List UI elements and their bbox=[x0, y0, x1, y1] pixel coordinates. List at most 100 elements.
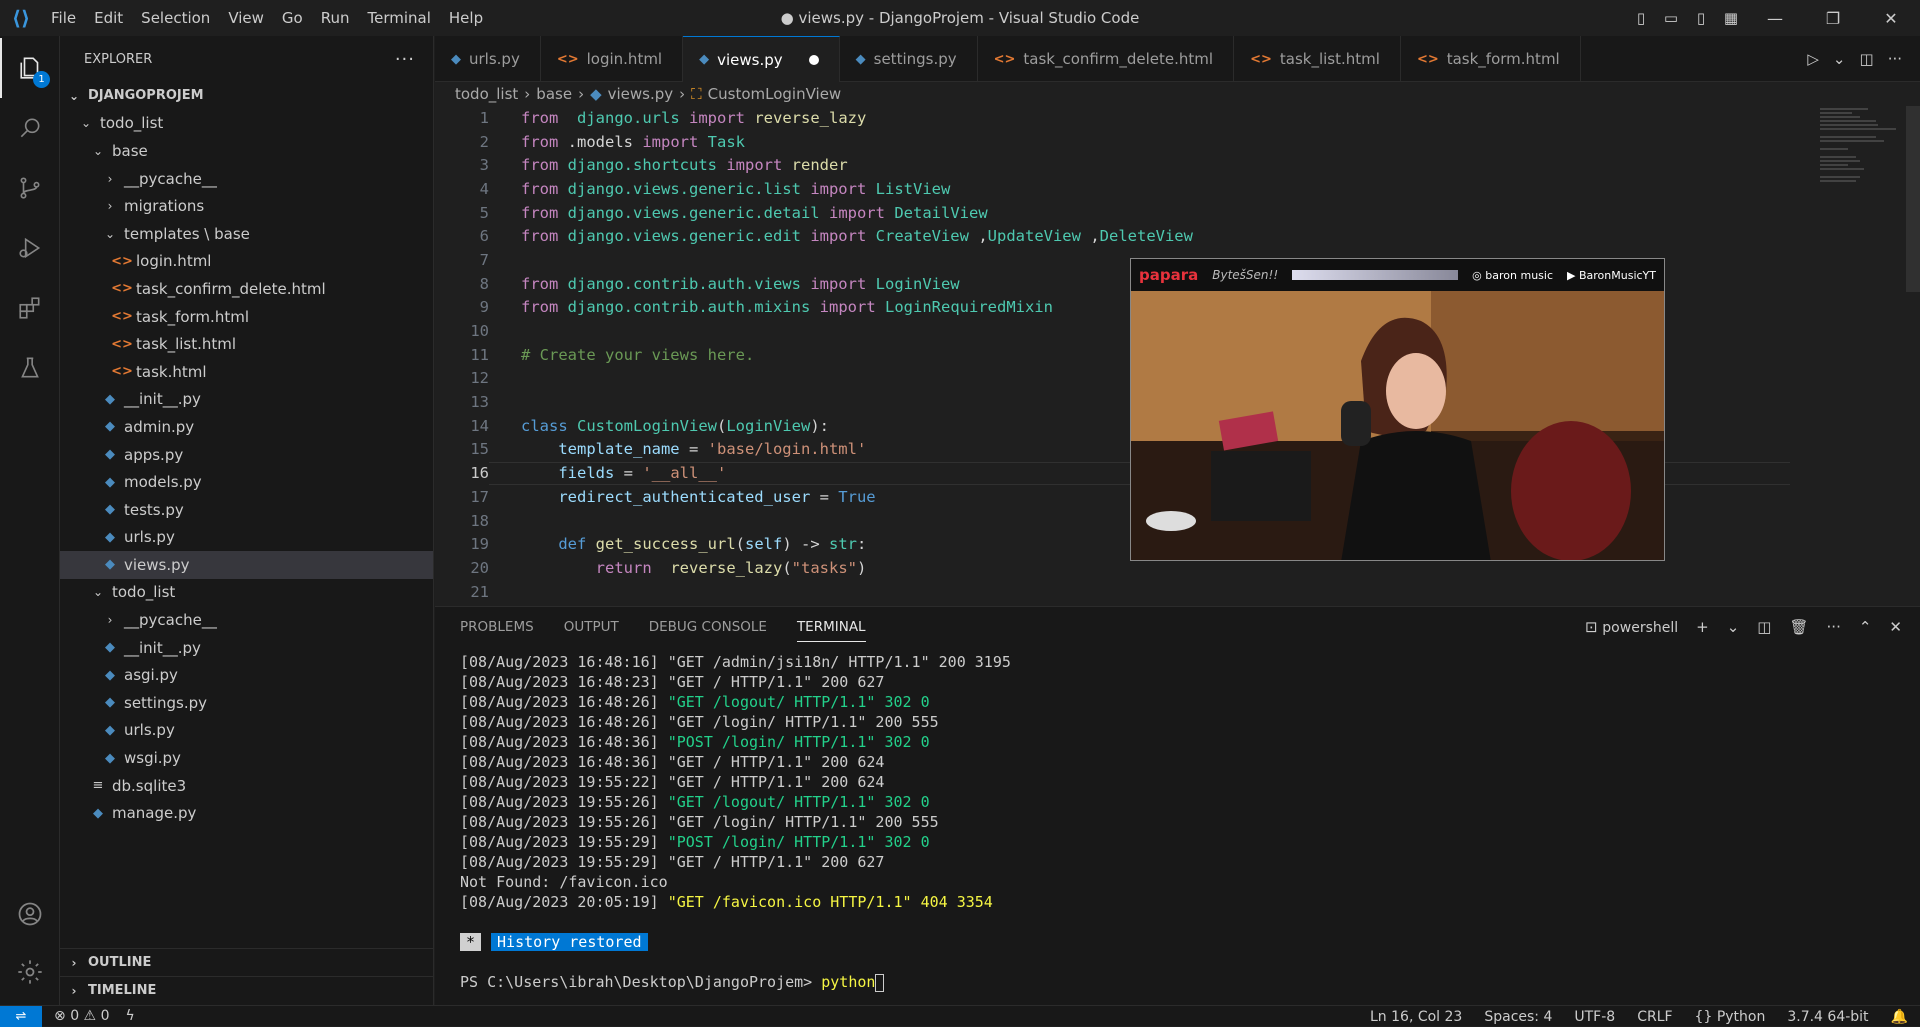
file-item[interactable]: ◆ views.py bbox=[60, 551, 433, 579]
toggle-primary-sidebar-icon[interactable]: ▯ bbox=[1626, 0, 1656, 36]
editor-tabs: ◆ urls.py <> login.html ◆ views.py ◆ settings.p… bbox=[435, 36, 1920, 82]
file-item[interactable]: ◆ admin.py bbox=[60, 413, 433, 441]
remote-indicator-icon[interactable]: ⇌ bbox=[0, 1005, 42, 1027]
kill-terminal-icon[interactable]: 🗑 bbox=[1789, 618, 1808, 636]
source-control-icon[interactable] bbox=[0, 158, 60, 218]
breadcrumb-item[interactable]: CustomLoginView bbox=[708, 85, 842, 103]
menu-file[interactable]: File bbox=[42, 0, 85, 36]
menu-go[interactable]: Go bbox=[273, 0, 312, 36]
customize-layout-icon[interactable]: ▦ bbox=[1716, 0, 1746, 36]
menu-run[interactable]: Run bbox=[312, 0, 359, 36]
file-item[interactable]: <> task_list.html bbox=[60, 330, 433, 358]
python-interpreter[interactable]: 3.7.4 64-bit bbox=[1787, 1009, 1868, 1025]
chevron-right-icon: › bbox=[107, 199, 113, 214]
editor-tab[interactable]: ◆ urls.py bbox=[435, 36, 541, 82]
more-actions-icon[interactable]: ··· bbox=[395, 49, 415, 70]
editor-tab[interactable]: <> login.html bbox=[541, 36, 684, 82]
menu-edit[interactable]: Edit bbox=[85, 0, 132, 36]
file-item[interactable]: ◆ urls.py bbox=[60, 717, 433, 745]
file-item[interactable]: ◆ asgi.py bbox=[60, 661, 433, 689]
file-item[interactable]: ◆ wsgi.py bbox=[60, 744, 433, 772]
stream-sub: BytešSen!! bbox=[1212, 268, 1279, 282]
panel-tab-debug-console[interactable]: DEBUG CONSOLE bbox=[649, 619, 767, 635]
tree-item-label: __pycache__ bbox=[124, 611, 217, 630]
outline-section[interactable]: › OUTLINE bbox=[60, 948, 433, 976]
file-item[interactable]: <> task_confirm_delete.html bbox=[60, 275, 433, 303]
timeline-section[interactable]: › TIMELINE bbox=[60, 976, 433, 1004]
split-terminal-icon[interactable]: ◫ bbox=[1757, 618, 1771, 636]
file-item[interactable]: ◆ __init__.py bbox=[60, 634, 433, 662]
problems-indicator[interactable]: ⊗ 0 ⚠ 0 bbox=[54, 1008, 109, 1024]
file-item[interactable]: <> task_form.html bbox=[60, 303, 433, 331]
file-item[interactable]: ◆ settings.py bbox=[60, 689, 433, 717]
editor-tab[interactable]: <> task_form.html bbox=[1401, 36, 1581, 82]
folder-item[interactable]: › __pycache__ bbox=[60, 606, 433, 634]
breadcrumb-item[interactable]: views.py bbox=[608, 85, 674, 103]
terminal-dropdown-chevron-icon[interactable]: ⌄ bbox=[1727, 618, 1740, 636]
new-terminal-icon[interactable]: + bbox=[1696, 618, 1709, 636]
split-editor-icon[interactable]: ◫ bbox=[1860, 50, 1874, 68]
editor-tab[interactable]: <> task_confirm_delete.html bbox=[978, 36, 1235, 82]
folder-item[interactable]: ⌄ todo_list bbox=[60, 110, 433, 138]
file-item[interactable]: ◆ tests.py bbox=[60, 496, 433, 524]
indentation[interactable]: Spaces: 4 bbox=[1484, 1009, 1552, 1025]
panel-tab-output[interactable]: OUTPUT bbox=[564, 619, 619, 635]
notifications-icon[interactable]: 🔔 bbox=[1891, 1009, 1908, 1025]
file-item[interactable]: ◆ apps.py bbox=[60, 441, 433, 469]
run-and-debug-icon[interactable] bbox=[0, 218, 60, 278]
minimize-button[interactable]: — bbox=[1746, 0, 1804, 36]
encoding[interactable]: UTF-8 bbox=[1574, 1009, 1615, 1025]
folder-item[interactable]: › __pycache__ bbox=[60, 165, 433, 193]
editor-tab[interactable]: ◆ views.py bbox=[683, 36, 840, 82]
panel-tab-problems[interactable]: PROBLEMS bbox=[460, 619, 534, 635]
panel-tab-terminal[interactable]: TERMINAL bbox=[796, 619, 866, 642]
restore-button[interactable]: ❐ bbox=[1804, 0, 1862, 36]
end-of-line[interactable]: CRLF bbox=[1637, 1009, 1672, 1025]
cursor-position[interactable]: Ln 16, Col 23 bbox=[1370, 1009, 1462, 1025]
file-item[interactable]: <> task.html bbox=[60, 358, 433, 386]
accounts-icon[interactable] bbox=[0, 884, 60, 944]
terminal-output[interactable]: [08/Aug/2023 16:48:16] "GET /admin/jsi18… bbox=[435, 647, 1920, 993]
breadcrumb-item[interactable]: base bbox=[536, 85, 572, 103]
file-item[interactable]: ◆ urls.py bbox=[60, 524, 433, 552]
maximize-panel-chevron-icon[interactable]: ⌃ bbox=[1859, 618, 1872, 636]
explorer-icon[interactable]: 1 bbox=[0, 38, 60, 98]
close-window-button[interactable]: ✕ bbox=[1862, 0, 1920, 36]
lightning-icon[interactable]: ϟ bbox=[125, 1008, 134, 1024]
file-item[interactable]: <> login.html bbox=[60, 248, 433, 276]
file-item[interactable]: ◆ models.py bbox=[60, 468, 433, 496]
editor-tab[interactable]: ◆ settings.py bbox=[840, 36, 978, 82]
toggle-secondary-sidebar-icon[interactable]: ▯ bbox=[1686, 0, 1716, 36]
python-file-icon: ◆ bbox=[105, 667, 115, 683]
workspace-root[interactable]: ⌄ DJANGOPROJEM bbox=[60, 82, 433, 110]
terminal-shell-icon[interactable]: ⊡ powershell bbox=[1585, 618, 1678, 636]
minimap[interactable] bbox=[1820, 108, 1900, 228]
testing-icon[interactable] bbox=[0, 338, 60, 398]
close-panel-icon[interactable]: ✕ bbox=[1889, 618, 1902, 636]
file-item[interactable]: ◆ __init__.py bbox=[60, 386, 433, 414]
extensions-icon[interactable] bbox=[0, 278, 60, 338]
file-item[interactable]: ≡ db.sqlite3 bbox=[60, 772, 433, 800]
more-actions-icon[interactable]: ··· bbox=[1888, 50, 1902, 68]
terminal-prompt[interactable]: PS C:\Users\ibrah\Desktop\DjangoProjem> … bbox=[460, 973, 1920, 993]
menu-selection[interactable]: Selection bbox=[132, 0, 219, 36]
search-icon[interactable] bbox=[0, 98, 60, 158]
run-options-chevron-icon[interactable]: ⌄ bbox=[1833, 50, 1846, 68]
language-mode[interactable]: {} Python bbox=[1695, 1009, 1766, 1025]
manage-gear-icon[interactable] bbox=[0, 942, 60, 1002]
editor-tab[interactable]: <> task_list.html bbox=[1234, 36, 1401, 82]
toggle-panel-icon[interactable]: ▭ bbox=[1656, 0, 1686, 36]
breadcrumb-item[interactable]: todo_list bbox=[455, 85, 518, 103]
menu-terminal[interactable]: Terminal bbox=[359, 0, 440, 36]
folder-item[interactable]: ⌄ templates \ base bbox=[60, 220, 433, 248]
folder-item[interactable]: ⌄ todo_list bbox=[60, 579, 433, 607]
file-item[interactable]: ◆ manage.py bbox=[60, 799, 433, 827]
unsaved-dot-icon[interactable] bbox=[808, 54, 819, 65]
menu-view[interactable]: View bbox=[219, 0, 273, 36]
menu-help[interactable]: Help bbox=[440, 0, 492, 36]
more-actions-icon[interactable]: ··· bbox=[1827, 618, 1841, 636]
folder-item[interactable]: › migrations bbox=[60, 192, 433, 220]
run-python-icon[interactable]: ▷ bbox=[1807, 50, 1819, 68]
editor-scrollbar[interactable] bbox=[1906, 106, 1920, 292]
folder-item[interactable]: ⌄ base bbox=[60, 137, 433, 165]
